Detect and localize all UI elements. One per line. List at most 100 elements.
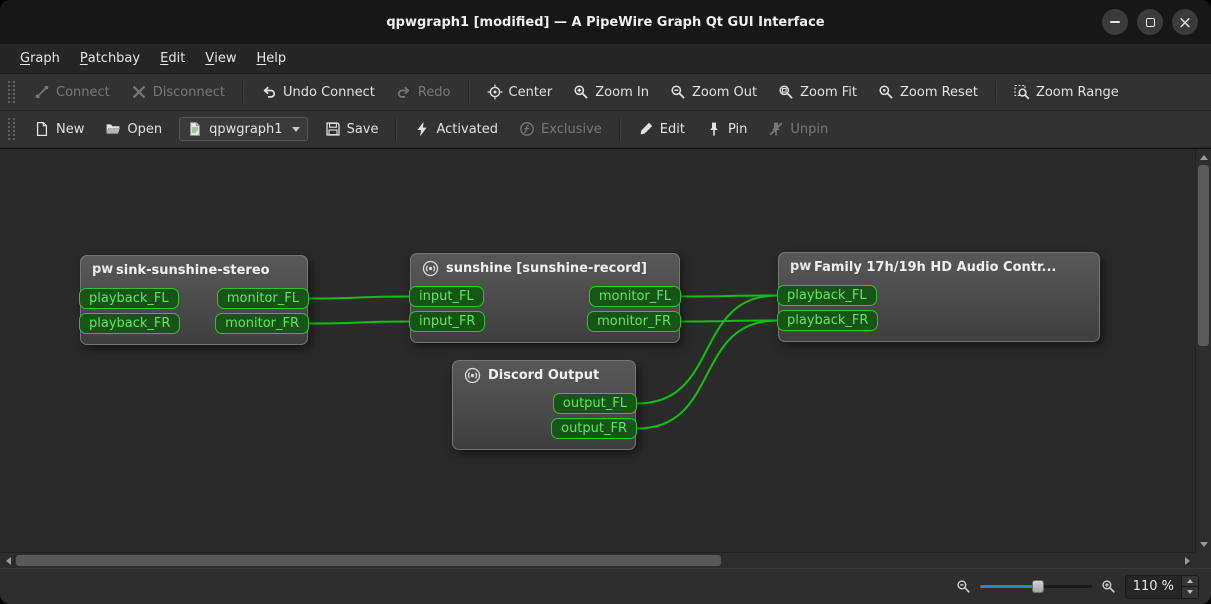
connection-sink.monitor_FL-to-sunshine.input_FL[interactable] [309, 297, 409, 299]
toolbar-separator [995, 81, 997, 103]
connection-sink.monitor_FR-to-sunshine.input_FR[interactable] [309, 322, 409, 324]
menu-item-patchbay[interactable]: Patchbay [70, 44, 150, 73]
file-icon [187, 121, 203, 137]
titlebar[interactable]: qpwgraph1 [modified] — A PipeWire Graph … [0, 0, 1211, 44]
redo-label: Redo [418, 85, 451, 100]
port-output-monitor_FL[interactable]: monitor_FL [217, 288, 309, 309]
connection-sunshine.monitor_FR-to-family.playback_FR[interactable] [681, 321, 777, 322]
menu-item-help[interactable]: Help [246, 44, 296, 73]
toolbar-graph: ConnectDisconnectUndo ConnectRedoCenterZ… [0, 74, 1211, 111]
unpin-label: Unpin [790, 122, 828, 137]
center-button[interactable]: Center [478, 79, 562, 105]
minimize-icon [1110, 21, 1120, 23]
exclusive-button[interactable]: Exclusive [510, 116, 611, 142]
node-sunshine[interactable]: sunshine [sunshine-record]input_FLmonito… [410, 253, 680, 343]
port-input-input_FR[interactable]: input_FR [409, 311, 485, 332]
pipewire-logo-glyph: pw [92, 262, 113, 279]
save-button[interactable]: Save [316, 116, 388, 142]
zoom-reset-button[interactable]: Zoom Reset [869, 79, 987, 105]
node-discord[interactable]: Discord Outputoutput_FLoutput_FR [452, 360, 636, 450]
menu-label-mnemonic: P [80, 51, 88, 66]
zoom-slider-handle[interactable] [1032, 580, 1044, 593]
toolbar-handle[interactable] [8, 118, 15, 140]
port-input-playback_FR[interactable]: playback_FR [79, 313, 180, 334]
port-row: output_FR [456, 418, 632, 439]
scroll-up-button[interactable] [1196, 149, 1211, 165]
menu-label-part: atchbay [88, 51, 140, 66]
zoom-in-icon [573, 84, 589, 100]
node-family[interactable]: pwFamily 17h/19h HD Audio Contr... playba… [778, 252, 1100, 342]
port-input-playback_FR[interactable]: playback_FR [777, 310, 878, 331]
undo-connect-button[interactable]: Undo Connect [252, 79, 384, 105]
menu-label-mnemonic: H [256, 51, 266, 66]
zoom-fit-button[interactable]: Zoom Fit [769, 79, 866, 105]
pipewire-logo-glyph: pw [790, 259, 811, 276]
node-header: pwFamily 17h/19h HD Audio Contr... [782, 253, 1096, 281]
open-button[interactable]: Open [96, 116, 171, 142]
close-button[interactable] [1172, 9, 1198, 35]
menu-item-graph[interactable]: Graph [10, 44, 70, 73]
exclusive-icon [519, 121, 535, 137]
save-icon [325, 121, 341, 137]
scroll-right-button[interactable] [1179, 553, 1195, 569]
patchbay-profile-combo[interactable]: qpwgraph1 [179, 117, 307, 141]
activated-icon [414, 121, 430, 137]
scroll-left-button[interactable] [0, 553, 16, 569]
minimize-button[interactable] [1102, 9, 1128, 35]
horizontal-scroll-thumb[interactable] [16, 555, 721, 566]
connect-label: Connect [56, 85, 110, 100]
zoom-out-button[interactable]: Zoom Out [661, 79, 766, 105]
toolbar-handle[interactable] [8, 81, 15, 103]
unpin-button[interactable]: Unpin [759, 116, 837, 142]
port-output-output_FR[interactable]: output_FR [551, 418, 637, 439]
port-output-monitor_FR[interactable]: monitor_FR [587, 311, 681, 332]
toolbar-separator [619, 118, 621, 140]
new-button[interactable]: New [25, 116, 93, 142]
zoom-in-icon [1101, 579, 1116, 594]
window-controls [1102, 9, 1211, 35]
zoom-spin-up-button[interactable] [1182, 576, 1198, 587]
activated-button[interactable]: Activated [405, 116, 507, 142]
port-input-playback_FL[interactable]: playback_FL [777, 285, 877, 306]
zoom-spin-down-button[interactable] [1182, 586, 1198, 598]
redo-button[interactable]: Redo [387, 79, 460, 105]
zoom-slider[interactable] [980, 578, 1092, 595]
edit-button[interactable]: Edit [629, 116, 694, 142]
open-icon [105, 121, 121, 137]
up-arrow-icon [1187, 579, 1193, 583]
port-input-playback_FL[interactable]: playback_FL [79, 288, 179, 309]
connect-button[interactable]: Connect [25, 79, 119, 105]
down-arrow-icon [1200, 542, 1208, 547]
port-row: playback_FR [782, 310, 1096, 331]
maximize-button[interactable] [1137, 9, 1163, 35]
connection-sunshine.monitor_FL-to-family.playback_FL[interactable] [681, 296, 777, 297]
open-label: Open [127, 122, 162, 137]
port-input-input_FL[interactable]: input_FL [409, 286, 484, 307]
port-output-output_FL[interactable]: output_FL [553, 393, 637, 414]
save-label: Save [347, 122, 379, 137]
horizontal-scrollbar[interactable] [0, 552, 1195, 568]
zoom-spin-arrows [1181, 576, 1198, 598]
menu-item-edit[interactable]: Edit [150, 44, 195, 73]
pipewire-icon: pw [790, 259, 807, 276]
pin-button[interactable]: Pin [697, 116, 756, 142]
menu-item-view[interactable]: View [195, 44, 246, 73]
pin-icon [706, 121, 722, 137]
unpin-icon [768, 121, 784, 137]
zoom-spinbox[interactable]: 110 % [1125, 575, 1199, 599]
port-output-monitor_FR[interactable]: monitor_FR [215, 313, 309, 334]
vertical-scrollbar[interactable] [1195, 149, 1211, 552]
zoom-range-button[interactable]: Zoom Range [1005, 79, 1128, 105]
zoom-range-icon [1014, 84, 1030, 100]
center-icon [487, 84, 503, 100]
port-output-monitor_FL[interactable]: monitor_FL [589, 286, 681, 307]
scroll-down-button[interactable] [1196, 536, 1211, 552]
disconnect-button[interactable]: Disconnect [122, 79, 234, 105]
port-row: input_FRmonitor_FR [414, 311, 676, 332]
zoom-in-button[interactable]: Zoom In [564, 79, 658, 105]
vertical-scroll-thumb[interactable] [1198, 165, 1209, 346]
graph-canvas[interactable]: pwsink-sunshine-stereoplayback_FLmonitor… [0, 149, 1195, 552]
node-sink[interactable]: pwsink-sunshine-stereoplayback_FLmonitor… [80, 255, 308, 345]
new-label: New [56, 122, 84, 137]
new-icon [34, 121, 50, 137]
